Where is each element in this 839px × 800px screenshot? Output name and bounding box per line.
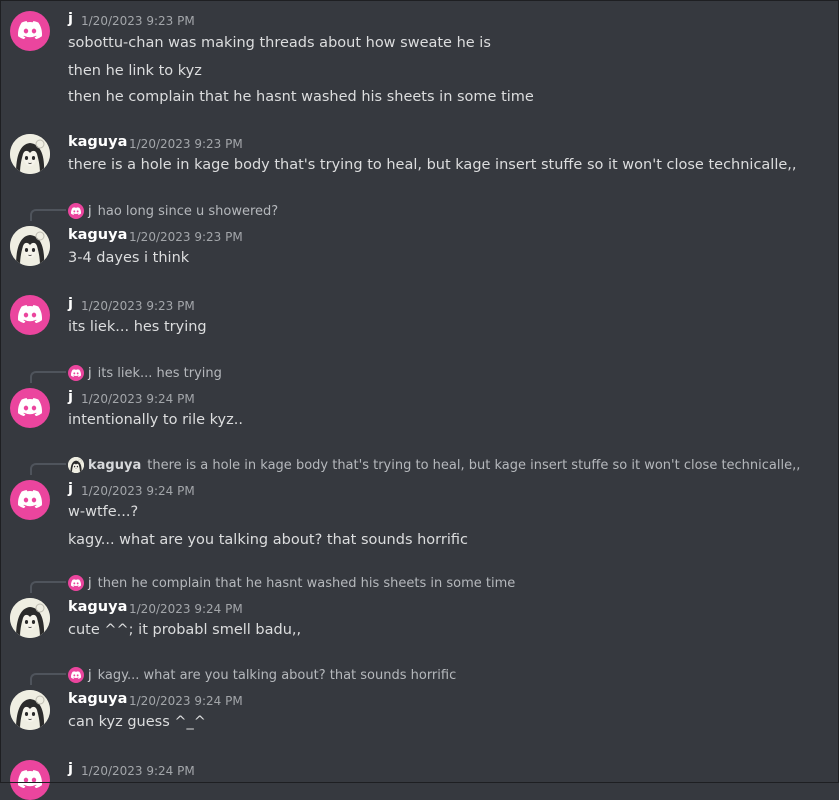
timestamp: 1/20/2023 9:24 PM: [81, 392, 195, 406]
message-text: can kyz guess ^_^: [68, 714, 206, 730]
reply-text: its liek... hes trying: [97, 365, 222, 381]
timestamp: 1/20/2023 9:24 PM: [129, 602, 243, 616]
discord-logo-icon: [68, 203, 84, 219]
reply-spine: [30, 371, 66, 383]
author-name[interactable]: kaguya: [68, 134, 127, 150]
timestamp: 1/20/2023 9:24 PM: [81, 764, 195, 778]
anime-girl-avatar-icon: [68, 457, 84, 473]
discord-logo-icon[interactable]: [10, 760, 50, 800]
anime-girl-avatar-icon[interactable]: [10, 690, 50, 730]
reply-author[interactable]: j: [88, 366, 92, 381]
timestamp: 1/20/2023 9:23 PM: [129, 137, 243, 151]
reply-preview[interactable]: j kagy... what are you talking about? th…: [68, 667, 456, 683]
message-text: sobottu-chan was making threads about ho…: [68, 35, 491, 51]
message-text: then he complain that he hasnt washed hi…: [68, 89, 534, 105]
reply-spine: [30, 673, 66, 685]
author-name[interactable]: j: [68, 11, 73, 27]
discord-logo-icon[interactable]: [10, 388, 50, 428]
author-name[interactable]: kaguya: [68, 599, 127, 615]
reply-text: then he complain that he hasnt washed hi…: [97, 575, 516, 591]
message-text: there is a hole in kage body that's tryi…: [68, 157, 797, 173]
reply-preview[interactable]: kaguya there is a hole in kage body that…: [68, 457, 800, 473]
reply-author[interactable]: kaguya: [88, 458, 141, 473]
reply-author[interactable]: j: [88, 668, 92, 683]
reply-text: there is a hole in kage body that's tryi…: [147, 457, 801, 473]
reply-author[interactable]: j: [88, 576, 92, 591]
discord-logo-icon[interactable]: [10, 11, 50, 51]
timestamp: 1/20/2023 9:23 PM: [81, 299, 195, 313]
author-name[interactable]: j: [68, 296, 73, 312]
message-text: 3-4 dayes i think: [68, 250, 190, 266]
message-text: intentionally to rile kyz..: [68, 412, 243, 428]
author-name[interactable]: j: [68, 481, 73, 497]
message-text: cute ^^; it probabl smell badu,,: [68, 622, 302, 638]
discord-logo-icon: [68, 575, 84, 591]
discord-logo-icon: [68, 667, 84, 683]
reply-author[interactable]: j: [88, 204, 92, 219]
timestamp: 1/20/2023 9:23 PM: [129, 230, 243, 244]
reply-text: kagy... what are you talking about? that…: [97, 667, 457, 683]
anime-girl-avatar-icon[interactable]: [10, 598, 50, 638]
reply-spine: [30, 581, 66, 593]
reply-preview[interactable]: j its liek... hes trying: [68, 365, 222, 381]
message-text: its liek... hes trying: [68, 319, 207, 335]
timestamp: 1/20/2023 9:23 PM: [81, 14, 195, 28]
discord-logo-icon: [68, 365, 84, 381]
anime-girl-avatar-icon[interactable]: [10, 226, 50, 266]
reply-spine: [30, 209, 66, 221]
reply-spine: [30, 463, 66, 475]
reply-preview[interactable]: j then he complain that he hasnt washed …: [68, 575, 515, 591]
message-text: then he link to kyz: [68, 63, 202, 79]
message-text: kagy... what are you talking about? that…: [68, 532, 468, 548]
discord-logo-icon[interactable]: [10, 295, 50, 335]
author-name[interactable]: kaguya: [68, 691, 127, 707]
reply-preview[interactable]: j hao long since u showered?: [68, 203, 278, 219]
message-text: w-wtfe...?: [68, 504, 139, 520]
reply-text: hao long since u showered?: [97, 203, 279, 219]
discord-logo-icon[interactable]: [10, 480, 50, 520]
timestamp: 1/20/2023 9:24 PM: [129, 694, 243, 708]
author-name[interactable]: kaguya: [68, 227, 127, 243]
author-name[interactable]: j: [68, 389, 73, 405]
author-name[interactable]: j: [68, 761, 73, 777]
anime-girl-avatar-icon[interactable]: [10, 134, 50, 174]
timestamp: 1/20/2023 9:24 PM: [81, 484, 195, 498]
